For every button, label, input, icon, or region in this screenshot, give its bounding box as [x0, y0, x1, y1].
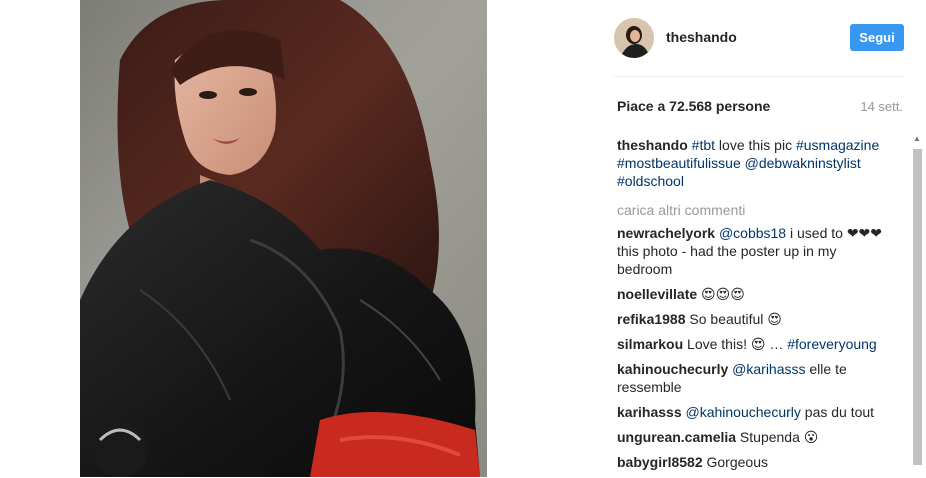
scrollbar-thumb[interactable]	[913, 149, 922, 465]
follow-button[interactable]: Segui	[850, 24, 904, 51]
comment-text: pas du tout	[800, 404, 875, 420]
mention-link[interactable]: @debwakninstylist	[745, 155, 861, 171]
post-username[interactable]: theshando	[666, 29, 737, 45]
comment-username[interactable]: kahinouchecurly	[617, 361, 728, 377]
comment-username[interactable]: newrachelyork	[617, 225, 715, 241]
mention-link[interactable]: @cobbs18	[719, 225, 786, 241]
post-date[interactable]: 14 sett.	[860, 99, 903, 114]
comment-username[interactable]: babygirl8582	[617, 454, 703, 470]
comments-list: theshando #tbt love this pic #usmagazine…	[617, 136, 889, 478]
scroll-up-arrow-icon[interactable]: ▲	[910, 132, 924, 146]
mention-link[interactable]: @kahinouchecurly	[686, 404, 801, 420]
mention-link[interactable]: @karihasss	[732, 361, 805, 377]
caption-text: love this pic	[715, 137, 796, 153]
comment-item: newrachelyork @cobbs18 i used to ❤❤❤ thi…	[617, 224, 889, 278]
photo-area	[0, 0, 588, 477]
comment-item: refika1988 So beautiful 😍	[617, 310, 889, 328]
comment-text: So beautiful 😍	[685, 311, 782, 327]
hashtag-link[interactable]: #usmagazine	[796, 137, 879, 153]
comment-item: silmarkou Love this! 😍 … #foreveryoung	[617, 335, 889, 353]
comment-username[interactable]: karihasss	[617, 404, 682, 420]
hashtag-link[interactable]: #foreveryoung	[787, 336, 877, 352]
comment-item: noellevillate 😍😍😍	[617, 285, 889, 303]
hashtag-link[interactable]: #oldschool	[617, 173, 684, 189]
hashtag-link[interactable]: #tbt	[692, 137, 715, 153]
comment-username[interactable]: ungurean.camelia	[617, 429, 736, 445]
comment-text: Stupenda 😮	[736, 429, 819, 445]
post-header: theshando Segui	[614, 18, 904, 58]
comment-item: ungurean.camelia Stupenda 😮	[617, 428, 889, 446]
caption: theshando #tbt love this pic #usmagazine…	[617, 136, 889, 190]
comment-item: karihasss @kahinouchecurly pas du tout	[617, 403, 889, 421]
comment-text: Gorgeous	[702, 454, 768, 470]
comment-username[interactable]: noellevillate	[617, 286, 697, 302]
avatar[interactable]	[614, 18, 654, 58]
load-more-comments-link[interactable]: carica altri commenti	[617, 201, 889, 219]
likes-count[interactable]: Piace a 72.568 persone	[617, 98, 770, 114]
comment-text: 😍😍😍	[697, 286, 745, 302]
post-details-panel: theshando Segui Piace a 72.568 persone 1…	[588, 0, 926, 477]
comments-scrollbar[interactable]: ▲	[910, 132, 924, 477]
comment-item: kahinouchecurly @karihasss elle te resse…	[617, 360, 889, 396]
comment-item: babygirl8582 Gorgeous	[617, 453, 889, 471]
hashtag-link[interactable]: #mostbeautifulissue	[617, 155, 741, 171]
header-divider	[614, 76, 904, 77]
caption-username[interactable]: theshando	[617, 137, 688, 153]
comment-username[interactable]: refika1988	[617, 311, 686, 327]
post-photo[interactable]	[80, 0, 487, 477]
comment-text: Love this! 😍 …	[683, 336, 788, 352]
comment-username[interactable]: silmarkou	[617, 336, 683, 352]
